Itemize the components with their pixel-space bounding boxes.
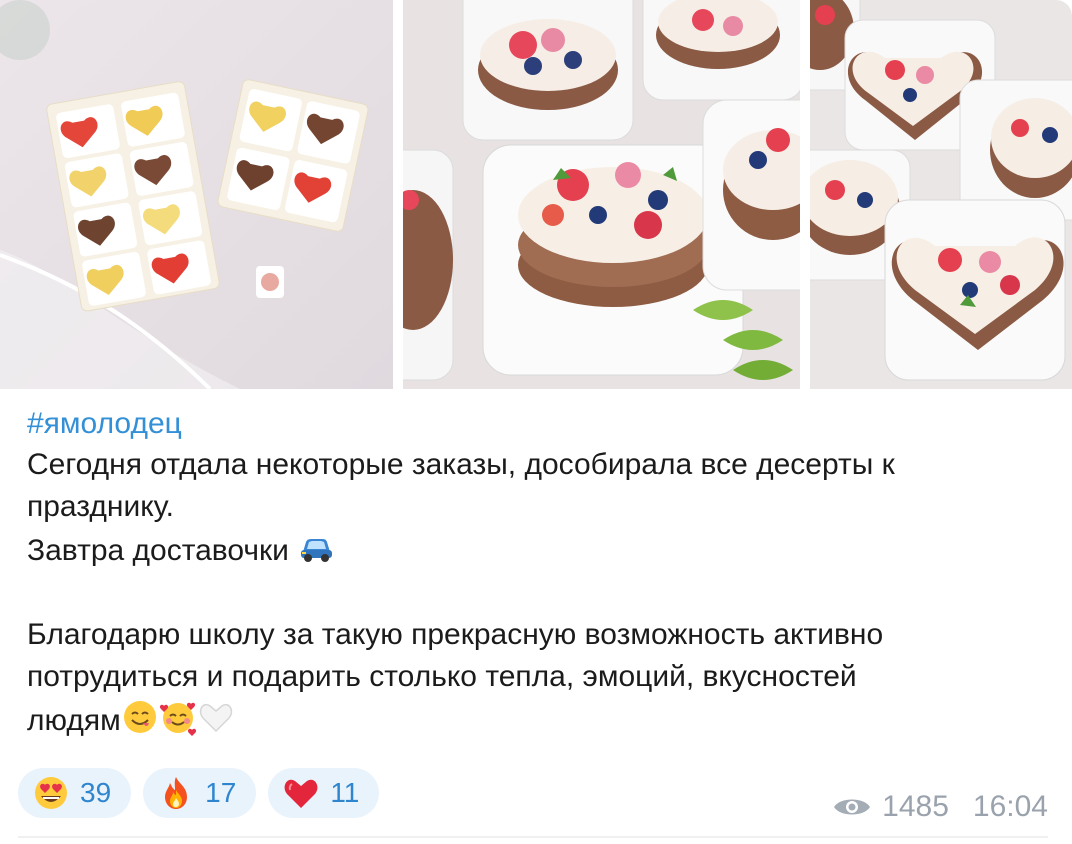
photo-heart-candies[interactable]: [0, 0, 393, 389]
heart-eyes-face-icon: [35, 777, 67, 809]
eye-icon: [834, 799, 871, 815]
red-heart-icon: [284, 779, 318, 808]
reaction-heart-eyes[interactable]: 39: [18, 768, 132, 818]
text-line-3-text: Завтра доставочки: [27, 534, 289, 567]
yum-face-icon: [123, 701, 156, 733]
heart-cakes-image: [403, 0, 800, 389]
text-line-7: людям: [27, 698, 1047, 742]
photo-album: [0, 0, 1072, 389]
text-line-5: Благодарю школу за такую прекрасную возм…: [27, 618, 884, 651]
text-line-1: Сегодня отдала некоторые заказы, дособир…: [27, 448, 895, 481]
reactions-bar: 39 17 11: [18, 768, 380, 818]
post-time: 16:04: [972, 790, 1048, 823]
text-line-2: празднику.: [27, 490, 174, 523]
text-line-3: Завтра доставочки: [27, 528, 1047, 572]
divider: [18, 836, 1048, 838]
fire-icon: [165, 777, 188, 809]
photo-boxed-cakes[interactable]: [810, 0, 1072, 389]
view-count: 1485: [882, 790, 949, 823]
photo-heart-cakes[interactable]: [403, 0, 800, 389]
heart-candies-image: [0, 0, 393, 389]
text-line-6: потрудиться и подарить столько тепла, эм…: [27, 660, 857, 693]
channel-post: #ямолодец Сегодня отдала некоторые заказ…: [0, 0, 1072, 844]
white-heart-icon: [199, 704, 232, 733]
reaction-count: 11: [330, 777, 360, 808]
reaction-fire[interactable]: 17: [143, 768, 257, 818]
reaction-heart[interactable]: 11: [268, 768, 380, 818]
boxed-cakes-image: [810, 0, 1072, 389]
car-icon: [301, 539, 333, 562]
post-meta: 1485 16:04: [832, 790, 1048, 824]
text-line-7-text: людям: [27, 704, 121, 737]
post-text: #ямолодец Сегодня отдала некоторые заказ…: [27, 404, 1047, 742]
reaction-count: 39: [80, 777, 112, 808]
smiling-hearts-face-icon: [159, 702, 196, 736]
hashtag-link[interactable]: #ямолодец: [27, 404, 1047, 444]
reaction-count: 17: [205, 777, 237, 808]
